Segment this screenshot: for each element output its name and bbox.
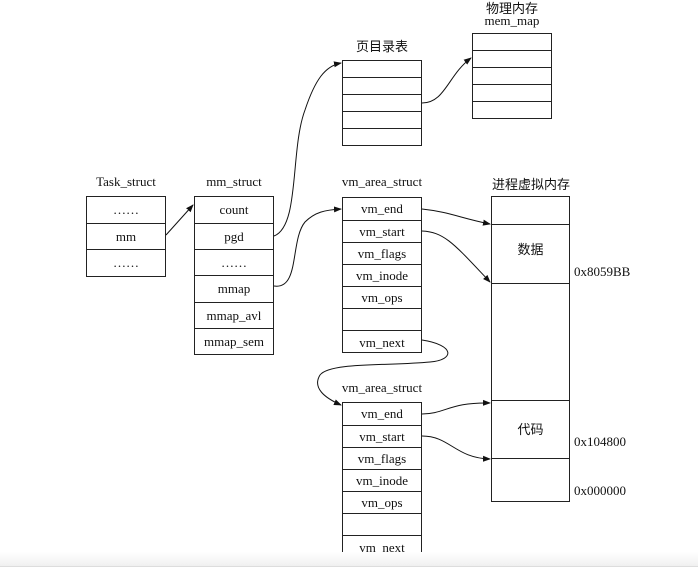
arrow-vm-end-to-data-top	[421, 208, 491, 226]
arrow-vm-next-to-vm-area-2	[317, 339, 449, 406]
arrow-page-directory-to-physical-memory	[421, 57, 472, 104]
connector-layer	[165, 57, 491, 462]
arrow-mm-to-mm-struct	[165, 204, 194, 236]
arrow-vm-end-2-to-code-top	[421, 399, 491, 415]
arrow-vm-start-to-data-bottom	[421, 230, 491, 283]
arrow-vm-start-2-to-code-bottom	[421, 435, 491, 462]
page-bottom-edge	[0, 552, 698, 567]
arrow-mmap-to-vm-area	[273, 206, 342, 287]
